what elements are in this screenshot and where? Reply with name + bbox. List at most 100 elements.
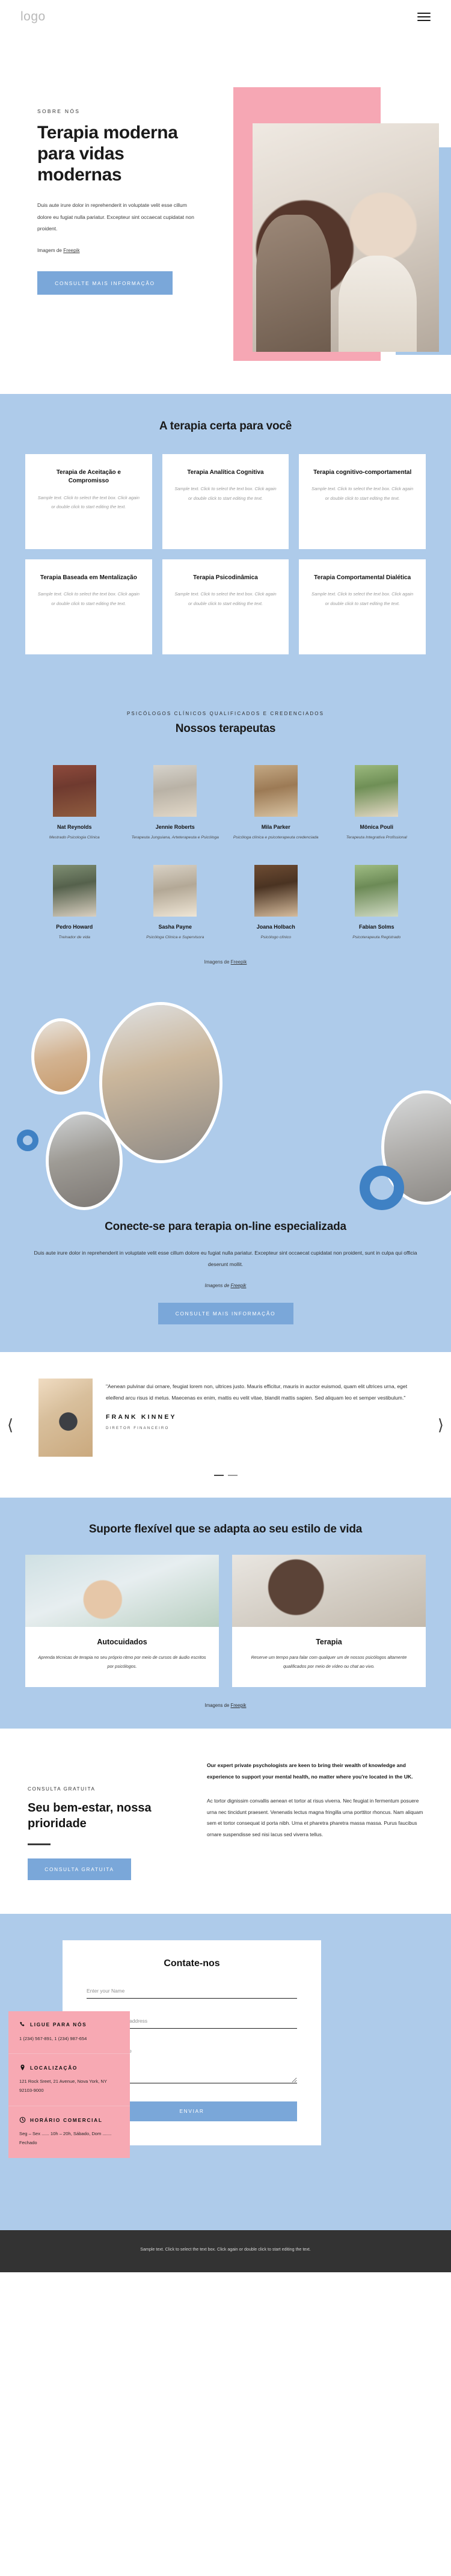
credit-prefix: Imagens de	[204, 1702, 231, 1708]
decorative-ring-large	[360, 1166, 404, 1211]
therapists-image-credit: Imagens de Freepik	[0, 959, 451, 965]
therapist-name: Mila Parker	[261, 823, 290, 830]
testimonial-author-role: DIRETOR FINANCEIRO	[106, 1425, 170, 1430]
support-card-selfcare[interactable]: Autocuidados Aprenda técnicas de terapia…	[25, 1554, 219, 1687]
name-input[interactable]	[87, 1984, 297, 1999]
online-therapy-collage	[0, 985, 451, 1220]
therapy-card-grid: Terapia de Aceitação e Compromisso Sampl…	[0, 453, 451, 654]
therapy-card[interactable]: Terapia Analítica Cognitiva Sample text.…	[162, 453, 289, 549]
therapy-card-text: Sample text. Click to select the text bo…	[174, 486, 277, 501]
testimonial-author-name: FRANK KINNEY	[106, 1413, 177, 1421]
phone-icon	[19, 2021, 26, 2028]
free-consultation-button[interactable]: CONSULTA GRATUITA	[28, 1858, 131, 1880]
credit-prefix: Imagens de	[204, 1282, 231, 1288]
freepik-link[interactable]: Freepik	[230, 1703, 246, 1708]
therapist-name: Fabian Solms	[358, 924, 394, 930]
therapist-card[interactable]: Jennie Roberts Terapeuta Junguiana, Arte…	[125, 757, 226, 841]
wellbeing-right-column: Our expert private psychologists are kee…	[207, 1760, 423, 1880]
therapy-card[interactable]: Terapia de Aceitação e Compromisso Sampl…	[25, 453, 152, 549]
testimonial-pagination	[0, 1474, 451, 1476]
therapy-card[interactable]: Terapia Comportamental Dialética Sample …	[299, 559, 426, 654]
therapist-avatar	[153, 865, 197, 917]
therapy-card-title: Terapia Baseada em Mentalização	[40, 574, 137, 581]
therapist-name: Jennie Roberts	[155, 823, 195, 830]
site-footer: Sample text. Click to select the text bo…	[0, 2230, 451, 2272]
support-card-image	[232, 1554, 426, 1627]
contact-info-phone: LIGUE PARA NÓS 1 (234) 567-891, 1 (234) …	[8, 2011, 130, 2055]
contact-form-title: Contate-nos	[164, 1958, 220, 1969]
burger-bar	[417, 19, 431, 21]
testimonial-section: ⟨ ⟩ "Aenean pulvinar dui ornare, feugiat…	[0, 1351, 451, 1498]
therapist-card[interactable]: Mila Parker Psicóloga clínica e psicoter…	[226, 757, 327, 841]
therapist-role: Terapeuta Integrativa Profissional	[346, 835, 407, 840]
therapist-role: Terapeuta Junguiana, Arteterapeuta e Psi…	[131, 835, 219, 840]
therapist-avatar	[355, 865, 399, 917]
contact-info-text: 121 Rock Sreet, 21 Avenue, Nova York, NY…	[19, 2079, 107, 2094]
testimonial-avatar	[38, 1378, 93, 1457]
therapy-card-title: Terapia cognitivo-comportamental	[313, 469, 412, 476]
therapist-role: Psicóloga Clínica e Supervisora	[146, 935, 204, 940]
testimonial-content: "Aenean pulvinar dui ornare, feugiat lor…	[0, 1378, 451, 1457]
therapist-card[interactable]: Joana Holbach Psicólogo clínico	[226, 856, 327, 941]
hero-text-block: SOBRE NÓS Terapia moderna para vidas mod…	[37, 108, 200, 295]
therapists-row-one-band: Nat Reynolds Mestrado Psicologia Clínica…	[0, 756, 451, 841]
freepik-link[interactable]: Freepik	[63, 248, 79, 253]
support-card-title: Terapia	[316, 1637, 342, 1646]
clock-icon	[19, 2116, 26, 2123]
freepik-link[interactable]: Freepik	[230, 1283, 246, 1288]
therapist-avatar	[52, 764, 96, 817]
therapist-card[interactable]: Mônica Pouli Terapeuta Integrativa Profi…	[327, 757, 428, 841]
contact-info-text: Seg – Sex ...... 10h – 20h, Sábado, Dom …	[19, 2131, 112, 2145]
flexible-support-title: Suporte flexível que se adapta ao seu es…	[88, 1522, 363, 1535]
freepik-link[interactable]: Freepik	[231, 959, 247, 965]
landing-page: logo SOBRE NÓS Terapia moderna para vida…	[0, 0, 451, 2272]
hero-title: Terapia moderna para vidas modernas	[37, 123, 178, 185]
credit-prefix: Imagem de	[37, 248, 64, 254]
hero-eyebrow: SOBRE NÓS	[37, 108, 81, 114]
therapy-card[interactable]: Terapia Baseada em Mentalização Sample t…	[25, 559, 152, 654]
burger-bar	[417, 12, 431, 14]
therapist-card[interactable]: Sasha Payne Psicóloga Clínica e Supervis…	[125, 856, 226, 941]
wellbeing-eyebrow: CONSULTA GRATUITA	[28, 1786, 96, 1792]
flexible-support-cards: Autocuidados Aprenda técnicas de terapia…	[0, 1554, 451, 1687]
flexible-support-section: Suporte flexível que se adapta ao seu es…	[0, 1497, 451, 1729]
site-header: logo	[0, 0, 451, 33]
support-card-image	[25, 1554, 219, 1627]
burger-bar	[417, 16, 431, 17]
support-card-title: Autocuidados	[97, 1637, 147, 1646]
therapy-card-title: Terapia de Aceitação e Compromisso	[56, 469, 121, 485]
wellbeing-left-column: CONSULTA GRATUITA Seu bem-estar, nossa p…	[28, 1760, 183, 1880]
support-card-therapy[interactable]: Terapia Reserve um tempo para falar com …	[232, 1554, 426, 1687]
therapist-card[interactable]: Fabian Solms Psicoterapeuta Registrado	[327, 856, 428, 941]
chevron-right-icon[interactable]: ⟩	[438, 1417, 444, 1433]
carousel-dot[interactable]	[213, 1474, 224, 1476]
hamburger-menu-icon[interactable]	[417, 12, 431, 21]
carousel-dot[interactable]	[227, 1474, 238, 1476]
support-card-text: Aprenda técnicas de terapia no seu própr…	[38, 1654, 206, 1669]
location-icon	[19, 2064, 26, 2071]
therapy-types-section: A terapia certa para você Terapia de Ace…	[0, 394, 451, 683]
hero-cta-button[interactable]: CONSULTE MAIS INFORMAÇÃO	[37, 271, 173, 295]
therapy-card-text: Sample text. Click to select the text bo…	[174, 591, 277, 606]
therapist-role: Psicoterapeuta Registrado	[352, 935, 401, 940]
online-image-credit: Imagens de Freepik	[28, 1283, 423, 1288]
therapist-card[interactable]: Pedro Howard Treinador de vida	[24, 856, 125, 941]
therapy-card-text: Sample text. Click to select the text bo…	[37, 494, 140, 510]
contact-info-card: LIGUE PARA NÓS 1 (234) 567-891, 1 (234) …	[8, 2011, 130, 2158]
contact-info-text: 1 (234) 567-891, 1 (234) 987-654	[19, 2035, 87, 2041]
therapist-avatar	[153, 764, 197, 817]
hero-photo	[253, 123, 439, 352]
site-logo[interactable]: logo	[20, 10, 46, 24]
contact-info-hours: HORÁRIO COMERCIAL Seg – Sex ...... 10h –…	[8, 2106, 130, 2158]
therapist-name: Nat Reynolds	[57, 823, 92, 830]
online-therapy-text-block: Conecte-se para terapia on-line especial…	[0, 1220, 451, 1324]
contact-info-heading: LIGUE PARA NÓS	[30, 2021, 87, 2028]
chevron-left-icon[interactable]: ⟨	[7, 1417, 13, 1433]
therapy-section-title: A terapia certa para você	[159, 420, 292, 432]
online-cta-button[interactable]: CONSULTE MAIS INFORMAÇÃO	[158, 1302, 293, 1324]
therapy-card[interactable]: Terapia cognitivo-comportamental Sample …	[299, 453, 426, 549]
online-therapy-section: Conecte-se para terapia on-line especial…	[0, 985, 451, 1352]
therapist-role: Psicóloga clínica e psicoterapeuta crede…	[233, 835, 319, 840]
therapy-card[interactable]: Terapia Psicodinâmica Sample text. Click…	[162, 559, 289, 654]
therapist-card[interactable]: Nat Reynolds Mestrado Psicologia Clínica	[24, 757, 125, 841]
